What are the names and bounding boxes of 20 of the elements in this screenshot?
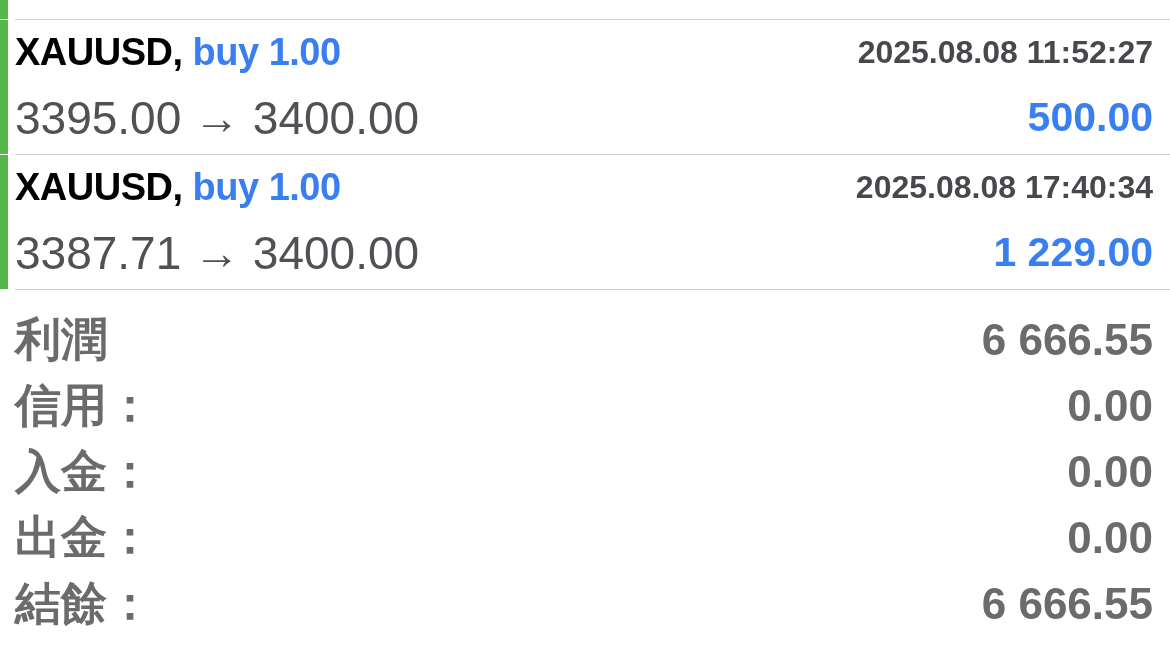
order-text: buy 1.00: [192, 166, 341, 209]
summary-label: 利潤: [15, 312, 107, 367]
profit-value: 1 229.00: [993, 229, 1153, 276]
price-text: 3395.00 → 3400.00: [15, 90, 420, 145]
symbol-text: XAUUSD,: [15, 166, 183, 209]
profit-value: 500.00: [1027, 94, 1153, 141]
summary-value: 0.00: [1067, 447, 1153, 497]
summary-value: 6 666.55: [981, 315, 1153, 365]
order-text: buy 1.00: [192, 31, 341, 74]
summary-value: 0.00: [1067, 381, 1153, 431]
summary-label: 結餘：: [15, 576, 153, 631]
deal-time: 2025.08.08 17:40:34: [855, 169, 1153, 206]
summary-value: 6 666.55: [981, 579, 1153, 629]
price-text: 3387.71 → 3400.00: [15, 225, 420, 280]
summary-value: 0.00: [1067, 513, 1153, 563]
summary-label: 出金：: [15, 510, 153, 565]
symbol-text: XAUUSD,: [15, 31, 183, 74]
summary-label: 入金：: [15, 444, 153, 499]
deal-time: 2025.08.08 11:52:27: [857, 34, 1153, 71]
summary-label: 信用：: [15, 378, 153, 433]
